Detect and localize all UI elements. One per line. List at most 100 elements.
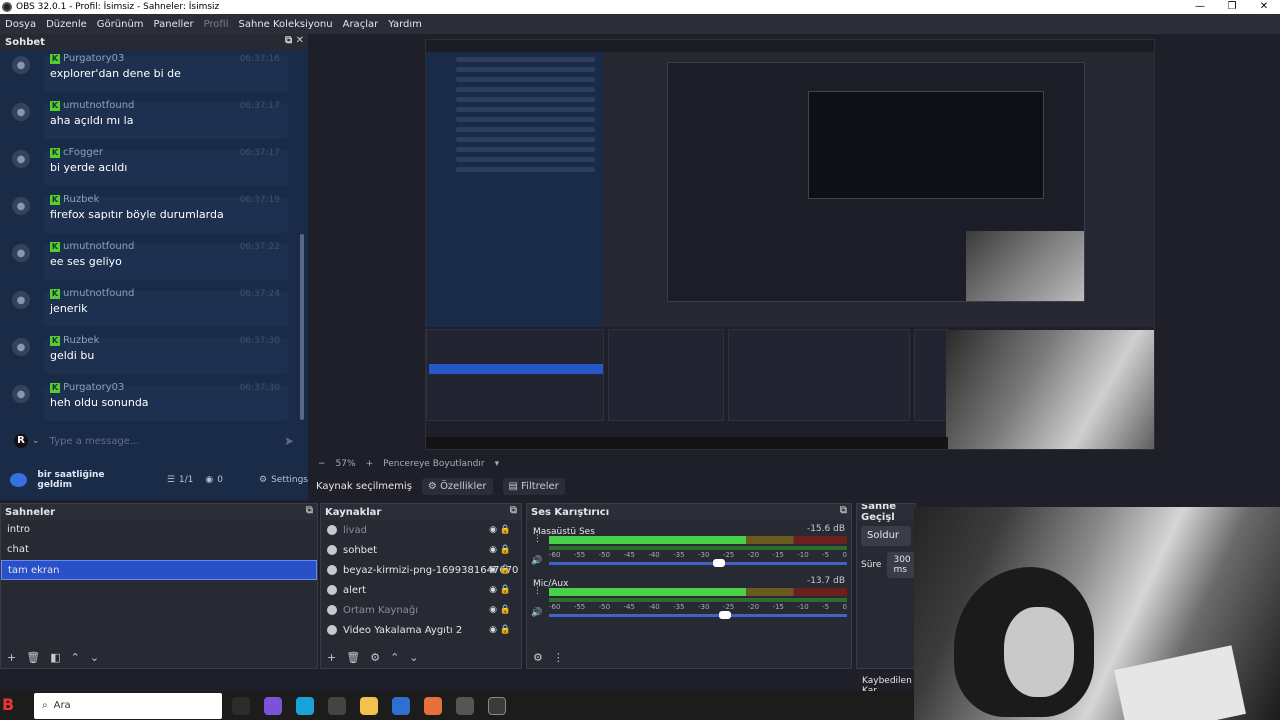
scene-item[interactable]: intro bbox=[1, 520, 317, 540]
minimize-icon[interactable]: — bbox=[1184, 0, 1216, 14]
menu-sahne-koleksiyonu[interactable]: Sahne Koleksiyonu bbox=[234, 19, 338, 30]
scene-item[interactable]: tam ekran bbox=[1, 560, 317, 580]
menu-araclar[interactable]: Araçlar bbox=[338, 19, 384, 30]
message-username[interactable]: Purgatory03 bbox=[63, 382, 124, 393]
volume-slider[interactable] bbox=[549, 611, 847, 619]
source-type-icon bbox=[327, 545, 337, 555]
menu-dots-icon[interactable]: ⋮ bbox=[533, 534, 542, 544]
mail-icon[interactable] bbox=[392, 696, 410, 715]
visibility-lock-icons[interactable]: ◉ 🔒 bbox=[489, 545, 511, 555]
trash-icon[interactable]: 🗑 bbox=[26, 651, 40, 664]
chat-message-input[interactable]: Type a message... bbox=[50, 436, 140, 447]
user-avatar-icon[interactable]: ● bbox=[12, 56, 30, 74]
visibility-lock-icons[interactable]: ◉ 🔒 bbox=[489, 605, 511, 615]
visibility-lock-icons[interactable]: ◉ 🔒 bbox=[489, 525, 511, 535]
add-icon[interactable]: + bbox=[327, 651, 336, 664]
user-avatar-icon[interactable]: ● bbox=[12, 385, 30, 403]
menu-dosya[interactable]: Dosya bbox=[0, 19, 41, 30]
source-item[interactable]: livad ◉ 🔒 bbox=[321, 520, 521, 540]
chevron-up-icon[interactable]: ⌃ bbox=[390, 651, 399, 664]
zoom-out-icon[interactable]: − bbox=[318, 459, 326, 469]
source-item[interactable]: sohbet ◉ 🔒 bbox=[321, 540, 521, 560]
dock-float-icon[interactable]: ⧉ bbox=[840, 505, 847, 516]
chat-message-list[interactable]: ● K Purgatory03 06:37:16 explorer'dan dene b… bbox=[0, 50, 308, 424]
menu-gorunum[interactable]: Görünüm bbox=[92, 19, 149, 30]
close-icon[interactable]: ✕ bbox=[1248, 0, 1280, 14]
task-view-icon[interactable] bbox=[232, 696, 250, 715]
source-item[interactable]: alert ◉ 🔒 bbox=[321, 580, 521, 600]
store-icon[interactable] bbox=[328, 696, 346, 715]
edge-icon[interactable] bbox=[296, 696, 314, 715]
user-avatar-icon[interactable]: ● bbox=[12, 291, 30, 309]
visibility-lock-icons[interactable]: ◉ 🔒 bbox=[489, 585, 511, 595]
chevron-down-icon[interactable]: ⌄ bbox=[32, 436, 40, 446]
restore-icon[interactable]: ❐ bbox=[1216, 0, 1248, 14]
taskbar-search[interactable]: ⌕ Ara bbox=[34, 692, 222, 719]
chevron-down-icon[interactable]: ⌄ bbox=[409, 651, 418, 664]
message-username[interactable]: Ruzbek bbox=[63, 335, 99, 346]
firefox-icon[interactable] bbox=[424, 696, 442, 715]
dock-float-icon[interactable]: ⧉ bbox=[510, 505, 517, 516]
preview-area[interactable]: − 57% + Pencereye Boyutlandır ▾ bbox=[308, 34, 1280, 469]
menu-paneller[interactable]: Paneller bbox=[149, 19, 199, 30]
volume-knob[interactable] bbox=[712, 559, 725, 567]
visibility-lock-icons[interactable]: ◉ 🔒 bbox=[489, 625, 511, 635]
dock-float-icon[interactable]: ⧉ bbox=[306, 505, 313, 516]
menu-yardim[interactable]: Yardım bbox=[383, 19, 427, 30]
properties-button[interactable]: ⚙ Özellikler bbox=[421, 477, 493, 495]
speaker-icon[interactable]: 🔊 bbox=[531, 556, 542, 566]
volume-knob[interactable] bbox=[718, 611, 731, 619]
message-time: 06:37:30 bbox=[239, 336, 280, 346]
settings-link[interactable]: Settings bbox=[271, 475, 308, 485]
user-avatar-icon[interactable]: ● bbox=[12, 103, 30, 121]
filters-button[interactable]: ▤ Filtreler bbox=[502, 477, 565, 495]
copilot-icon[interactable] bbox=[264, 696, 282, 715]
trash-icon[interactable]: 🗑 bbox=[346, 651, 360, 664]
send-icon[interactable]: ➤ bbox=[284, 434, 294, 448]
settings-icon[interactable] bbox=[456, 696, 474, 715]
gear-icon[interactable]: ⚙ bbox=[370, 651, 380, 664]
duration-input[interactable]: 300 ms bbox=[887, 552, 915, 578]
speaker-icon[interactable]: 🔊 bbox=[531, 608, 542, 618]
chat-scrollbar[interactable] bbox=[300, 234, 304, 420]
fit-window-select[interactable]: Pencereye Boyutlandır bbox=[383, 459, 484, 469]
chat-message: ● KcFogger 06:37:17 bi yerde acıldı bbox=[0, 144, 308, 191]
message-username[interactable]: umutnotfound bbox=[63, 241, 134, 252]
message-username[interactable]: cFogger bbox=[63, 147, 103, 158]
message-username[interactable]: umutnotfound bbox=[63, 100, 134, 111]
user-avatar-icon[interactable]: ● bbox=[12, 197, 30, 215]
add-icon[interactable]: + bbox=[7, 651, 16, 664]
visibility-lock-icons[interactable]: ◉ 🔒 bbox=[489, 565, 511, 575]
menu-duzenle[interactable]: Düzenle bbox=[41, 19, 92, 30]
menu-dots-icon[interactable]: ⋮ bbox=[533, 586, 542, 596]
source-item[interactable]: Ortam Kaynağı ◉ 🔒 bbox=[321, 600, 521, 620]
source-item[interactable]: beyaz-kirmizi-png-1699381647670 ◉ 🔒 bbox=[321, 560, 521, 580]
file-explorer-icon[interactable] bbox=[360, 696, 378, 715]
gear-icon[interactable]: ⚙ bbox=[259, 475, 267, 485]
scale-tick: -35 bbox=[673, 603, 685, 611]
chevron-up-icon[interactable]: ⌃ bbox=[71, 651, 80, 664]
scene-item[interactable]: chat bbox=[1, 540, 317, 560]
zoom-in-icon[interactable]: + bbox=[366, 459, 374, 469]
filter-icon[interactable]: ◧ bbox=[50, 651, 60, 664]
user-avatar-icon[interactable]: ● bbox=[12, 338, 30, 356]
chevron-down-icon[interactable]: ▾ bbox=[495, 459, 500, 469]
preview-canvas[interactable] bbox=[425, 39, 1155, 450]
message-username[interactable]: umutnotfound bbox=[63, 288, 134, 299]
taskbar-icons bbox=[232, 696, 506, 715]
user-avatar-icon[interactable]: ● bbox=[12, 244, 30, 262]
menu-profil[interactable]: Profil bbox=[199, 19, 234, 30]
chevron-down-icon[interactable]: ⌄ bbox=[90, 651, 99, 664]
message-username[interactable]: Ruzbek bbox=[63, 194, 99, 205]
transition-select[interactable]: Soldur bbox=[861, 526, 911, 546]
volume-slider[interactable] bbox=[549, 559, 847, 567]
user-badge[interactable]: R bbox=[14, 434, 28, 448]
message-username[interactable]: Purgatory03 bbox=[63, 53, 124, 64]
obs-taskbar-icon[interactable] bbox=[488, 696, 506, 715]
mixer-channel: Masaüstü Ses -15.6 dB -60 -55 -50 -45 -40 -35 -3… bbox=[527, 520, 851, 572]
source-item[interactable]: Video Yakalama Aygıtı 2 ◉ 🔒 bbox=[321, 620, 521, 640]
advanced-audio-icon[interactable]: ⚙ bbox=[533, 651, 543, 664]
dock-float-close-icon[interactable]: ⧉ ✕ bbox=[285, 35, 304, 46]
menu-dots-icon[interactable]: ⋮ bbox=[553, 651, 564, 664]
user-avatar-icon[interactable]: ● bbox=[12, 150, 30, 168]
